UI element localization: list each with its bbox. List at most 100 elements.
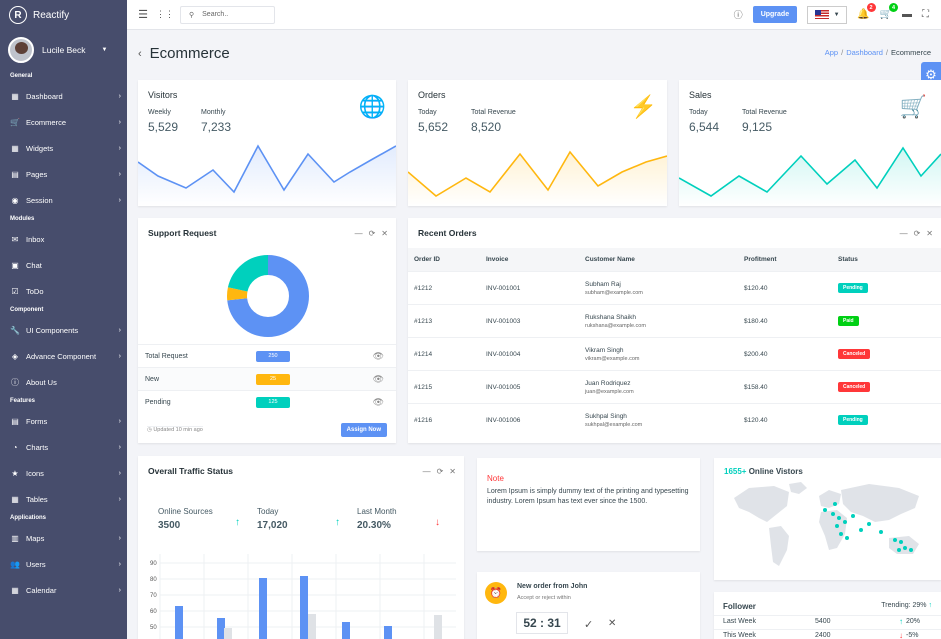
online-count: 1655+ — [724, 467, 747, 476]
notifications-button[interactable]: 🔔 2 — [857, 3, 876, 20]
sidebar-item-about-us[interactable]: ⓘ About Us — [0, 369, 127, 395]
sidebar-item-maps[interactable]: ▥ Maps › — [0, 525, 127, 551]
order-customer: Juan Rodriquez juan@example.com — [585, 380, 744, 395]
chat-icon: ▣ — [11, 260, 19, 270]
user-name: Lucile Beck — [42, 45, 86, 55]
fullscreen-icon[interactable]: ⛶ — [922, 9, 929, 20]
recent-orders-card: Recent Orders — ⟳ ✕ Order ID Invoice Cus… — [408, 218, 941, 443]
sidebar-item-ui-components[interactable]: 🔧 UI Components › — [0, 317, 127, 343]
customer-email: juan@example.com — [585, 388, 634, 395]
minimize-icon[interactable]: — — [355, 229, 363, 238]
sidebar-item-label: Tables — [26, 494, 48, 504]
y-tick: 60 — [150, 609, 157, 615]
dashboard-icon: ▦ — [11, 91, 19, 101]
sidebar-item-tables[interactable]: ▦ Tables › — [0, 486, 127, 512]
sidebar-item-forms[interactable]: ▤ Forms › — [0, 408, 127, 434]
breadcrumb-app[interactable]: App — [825, 48, 838, 57]
sidebar-item-label: Session — [26, 195, 53, 205]
close-icon[interactable]: ✕ — [926, 229, 933, 238]
users-icon: 👥 — [10, 559, 20, 569]
sales-revenue-label: Total Revenue — [742, 109, 787, 116]
back-icon[interactable]: ‹ — [138, 48, 142, 60]
sidebar-item-label: Charts — [26, 442, 49, 452]
sidebar-item-ecommerce[interactable]: 🛒 Ecommerce › — [0, 109, 127, 135]
chevron-right-icon: › — [118, 534, 121, 542]
sidebar-item-advance-component[interactable]: ◈ Advance Component › — [0, 343, 127, 369]
sidebar-item-todo[interactable]: ☑ ToDo — [0, 278, 127, 304]
user-profile[interactable]: Lucile Beck ▼ — [0, 30, 127, 70]
minimize-icon[interactable]: — — [423, 467, 431, 476]
app-name: Reactify — [33, 9, 70, 21]
close-icon[interactable]: ✕ — [381, 229, 388, 238]
order-id: #1212 — [414, 284, 433, 292]
eye-icon[interactable]: 👁 — [373, 397, 384, 408]
minimize-icon[interactable]: — — [900, 229, 908, 238]
traffic-sources-value: 3500 — [158, 520, 181, 531]
follower-change: 20% — [906, 618, 921, 625]
chevron-right-icon: › — [118, 560, 121, 568]
customer-name: Sukhpal Singh — [585, 412, 627, 420]
app-logo[interactable]: R Reactify — [0, 0, 127, 30]
refresh-icon[interactable]: ⟳ — [369, 229, 376, 238]
sidebar-item-pages[interactable]: ▤ Pages › — [0, 161, 127, 187]
breadcrumb-dashboard[interactable]: Dashboard — [846, 48, 883, 57]
apps-grid-icon[interactable]: ⋮⋮ — [154, 9, 176, 20]
sidebar-item-label: Maps — [26, 533, 45, 543]
widgets-icon: ▦ — [11, 143, 19, 153]
info-icon[interactable]: ⓘ — [734, 8, 743, 21]
sidebar-item-label: Ecommerce — [26, 117, 67, 127]
follower-value: 2400 — [815, 632, 831, 639]
col-profit: Profitment — [744, 256, 777, 263]
sidebar-item-dashboard[interactable]: ▦ Dashboard › — [0, 83, 127, 109]
info-icon: ⓘ — [11, 377, 19, 387]
search-input[interactable]: ⚲ Search.. — [180, 5, 275, 24]
cart-button[interactable]: 🛒 4 — [880, 3, 898, 20]
recent-orders-title: Recent Orders — [418, 228, 477, 238]
refresh-icon[interactable]: ⟳ — [914, 229, 921, 238]
chevron-right-icon: › — [118, 417, 121, 425]
arrow-up-icon: ↑ — [235, 517, 240, 528]
sidebar-group-label: Component — [10, 307, 44, 313]
chevron-right-icon: › — [118, 352, 121, 360]
sidebar-item-session[interactable]: ◉ Session › — [0, 187, 127, 213]
sidebar-item-calendar[interactable]: ▦ Calendar › — [0, 577, 127, 603]
menu-icon[interactable]: ☰ — [132, 8, 154, 21]
sidebar-item-charts[interactable]: ◔ Charts › — [0, 434, 127, 460]
page-title-text: Ecommerce — [149, 45, 230, 62]
sidebar-item-label: ToDo — [26, 286, 44, 296]
eye-icon[interactable]: 👁 — [373, 374, 384, 385]
sidebar-item-label: UI Components — [26, 325, 79, 335]
sales-card: Sales Today Total Revenue 6,544 9,125 🛒 — [679, 80, 941, 206]
reject-close-icon[interactable]: ✕ — [608, 618, 616, 629]
close-icon[interactable]: ✕ — [449, 467, 456, 476]
world-map — [734, 482, 919, 566]
support-row-pending: Pending 125 👁 — [138, 390, 396, 413]
refresh-icon[interactable]: ⟳ — [437, 467, 444, 476]
accept-check-icon[interactable]: ✓ — [584, 618, 593, 631]
sidebar-nav: General ▦ Dashboard › 🛒 Ecommerce › ▦ Widgets › ▤ P… — [0, 73, 127, 603]
sidebar-item-chat[interactable]: ▣ Chat — [0, 252, 127, 278]
support-title: Support Request — [148, 228, 217, 238]
assign-now-button[interactable]: Assign Now — [340, 423, 387, 437]
us-flag-icon — [814, 10, 829, 19]
follower-title: Follower — [723, 602, 756, 611]
order-profit: $180.40 — [744, 317, 768, 325]
breadcrumb: App / Dashboard / Ecommerce — [824, 48, 931, 57]
order-profit: $158.40 — [744, 383, 768, 391]
sidebar-item-widgets[interactable]: ▦ Widgets › — [0, 135, 127, 161]
upgrade-button[interactable]: Upgrade — [752, 6, 798, 23]
breadcrumb-current: Ecommerce — [890, 48, 931, 57]
y-tick: 80 — [150, 577, 157, 583]
customer-name: Vikram Singh — [585, 346, 624, 354]
eye-icon[interactable]: 👁 — [373, 351, 384, 362]
globe-icon: 🌐 — [358, 94, 386, 119]
sidebar-item-users[interactable]: 👥 Users › — [0, 551, 127, 577]
col-invoice: Invoice — [486, 256, 509, 263]
arrow-down-icon: ↓ — [899, 631, 903, 639]
orders-revenue-value: 8,520 — [471, 120, 502, 134]
chevron-right-icon: › — [118, 196, 121, 204]
chat-icon[interactable]: ▬ — [902, 9, 912, 20]
language-select[interactable]: ▼ — [807, 5, 848, 24]
sidebar-item-inbox[interactable]: ✉ Inbox — [0, 226, 127, 252]
sidebar-item-icons[interactable]: ★ Icons › — [0, 460, 127, 486]
